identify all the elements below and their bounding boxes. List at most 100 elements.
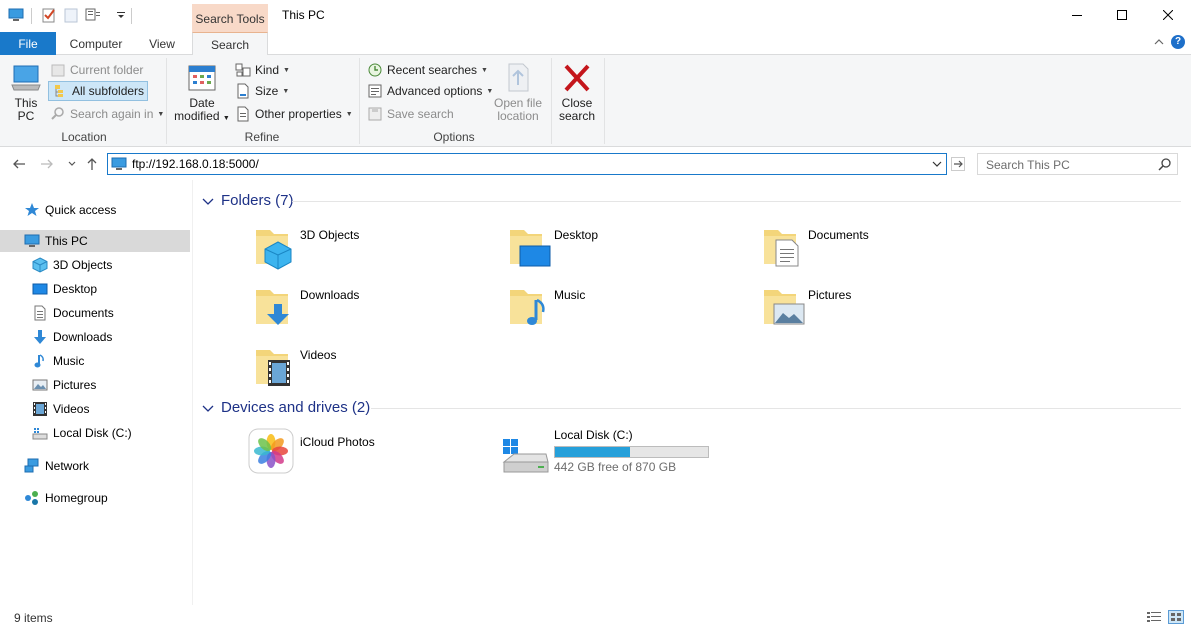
drive-usage-bar (554, 446, 709, 458)
folder-3d-objects-icon (254, 222, 302, 270)
save-search-button[interactable]: Save search (367, 104, 454, 124)
new-folder-icon[interactable] (63, 7, 79, 23)
device-icloud-photos[interactable]: iCloud Photos (248, 428, 498, 484)
all-subfolders-button[interactable]: All subfolders (48, 81, 149, 101)
open-file-location-button[interactable]: Open file location (490, 61, 546, 123)
folder-desktop[interactable]: Desktop (508, 222, 758, 278)
nav-item-homegroup[interactable]: Homegroup (0, 487, 190, 509)
qat-dropdown-icon[interactable] (113, 7, 129, 23)
nav-item-this-pc[interactable]: This PC (0, 230, 190, 252)
folder-music[interactable]: Music (508, 282, 758, 338)
tab-search[interactable]: Search (192, 32, 268, 56)
recent-searches-button[interactable]: Recent searches ▼ (367, 60, 488, 80)
search-icon[interactable] (1158, 158, 1171, 171)
photos-app-icon (248, 428, 296, 476)
recent-locations-button[interactable] (64, 156, 80, 172)
folders-group-header[interactable]: Folders (7) (202, 192, 294, 209)
nav-label: Local Disk (C:) (53, 426, 132, 440)
star-icon (24, 202, 40, 218)
nav-item-3d-objects[interactable]: 3D Objects (0, 254, 190, 276)
navigation-pane: Quick access This PC 3D Objects Desktop … (0, 180, 193, 605)
folder-downloads[interactable]: Downloads (254, 282, 504, 338)
tab-file[interactable]: File (0, 32, 56, 55)
tab-view[interactable]: View (140, 32, 184, 55)
recent-searches-icon (367, 62, 383, 78)
minimize-button[interactable] (1054, 0, 1100, 30)
ribbon-tabs: File Computer View Search ? (0, 32, 1191, 56)
search-again-in-button[interactable]: Search again in ▼ (50, 104, 164, 124)
download-icon (254, 282, 302, 330)
nav-label: 3D Objects (53, 258, 113, 272)
film-icon (32, 401, 48, 417)
nav-item-quick-access[interactable]: Quick access (0, 199, 190, 221)
folder-icon (50, 62, 66, 78)
current-folder-button[interactable]: Current folder (50, 60, 143, 80)
devices-group-header[interactable]: Devices and drives (2) (202, 399, 370, 416)
tiles-view-icon[interactable] (1168, 610, 1184, 624)
item-count: 9 items (14, 611, 53, 625)
this-pc-icon (10, 61, 42, 93)
nav-item-desktop[interactable]: Desktop (0, 278, 190, 300)
nav-item-videos[interactable]: Videos (0, 398, 190, 420)
kind-button[interactable]: Kind ▼ (235, 60, 290, 80)
collapse-ribbon-icon[interactable] (1153, 36, 1165, 48)
search-input[interactable]: Search This PC (977, 153, 1178, 175)
open-file-location-icon (503, 61, 533, 93)
nav-item-pictures[interactable]: Pictures (0, 374, 190, 396)
address-bar[interactable]: ftp://192.168.0.18:5000/ (107, 153, 947, 175)
device-local-disk[interactable]: Local Disk (C:) 442 GB free of 870 GB (502, 428, 762, 484)
calendar-icon (187, 63, 217, 93)
close-button[interactable] (1145, 0, 1191, 30)
other-properties-button[interactable]: Other properties ▼ (235, 104, 353, 124)
separator (131, 8, 132, 24)
nav-item-music[interactable]: Music (0, 350, 190, 372)
folder-label: Music (554, 288, 586, 302)
help-icon[interactable]: ? (1171, 35, 1185, 49)
close-search-button[interactable]: Close search (556, 63, 598, 123)
group-separator (604, 58, 605, 144)
tab-computer[interactable]: Computer (62, 32, 130, 55)
folder-documents[interactable]: Documents (762, 222, 1012, 278)
back-button[interactable] (11, 156, 27, 172)
address-row: ftp://192.168.0.18:5000/ Search This PC (0, 148, 1191, 180)
content-pane: Folders (7) 3D Objects Desktop Documents… (194, 180, 1191, 605)
go-button[interactable] (950, 156, 966, 172)
nav-item-downloads[interactable]: Downloads (0, 326, 190, 348)
nav-item-network[interactable]: Network (0, 455, 190, 477)
forward-button[interactable] (39, 156, 55, 172)
music-icon (32, 353, 48, 369)
folder-3d-objects[interactable]: 3D Objects (254, 222, 504, 278)
advanced-options-icon (367, 83, 383, 99)
search-icon (50, 106, 66, 122)
properties-icon[interactable] (41, 7, 57, 23)
customize-icon[interactable] (85, 7, 101, 23)
date-modified-label-2: modified ▼ (174, 109, 230, 123)
refine-group-label: Refine (244, 130, 280, 144)
search-tools-header: Search Tools (192, 4, 268, 32)
other-properties-label: Other properties (255, 107, 342, 121)
divider (371, 408, 1181, 409)
details-view-icon[interactable] (1146, 610, 1162, 624)
film-icon (254, 342, 302, 390)
nav-label: Music (53, 354, 85, 368)
separator (31, 8, 32, 24)
this-pc-icon[interactable] (8, 7, 24, 23)
this-pc-icon (24, 233, 40, 249)
close-icon (563, 63, 591, 93)
chevron-down-icon (202, 198, 214, 205)
advanced-options-button[interactable]: Advanced options ▼ (367, 81, 493, 101)
nav-item-local-disk[interactable]: Local Disk (C:) (0, 422, 190, 444)
size-button[interactable]: Size ▼ (235, 81, 289, 101)
nav-label: Desktop (53, 282, 98, 296)
this-pc-button[interactable]: This PC (8, 61, 44, 123)
date-modified-button[interactable]: Date modified ▼ (173, 63, 231, 125)
folder-videos[interactable]: Videos (254, 342, 504, 398)
size-icon (235, 83, 251, 99)
address-dropdown-icon[interactable] (932, 159, 942, 169)
up-button[interactable] (84, 156, 100, 172)
ribbon: This PC Current folder All subfolders Se… (0, 55, 1191, 147)
nav-item-documents[interactable]: Documents (0, 302, 190, 324)
folder-pictures[interactable]: Pictures (762, 282, 1012, 338)
maximize-button[interactable] (1099, 0, 1145, 30)
current-folder-label: Current folder (70, 63, 144, 77)
